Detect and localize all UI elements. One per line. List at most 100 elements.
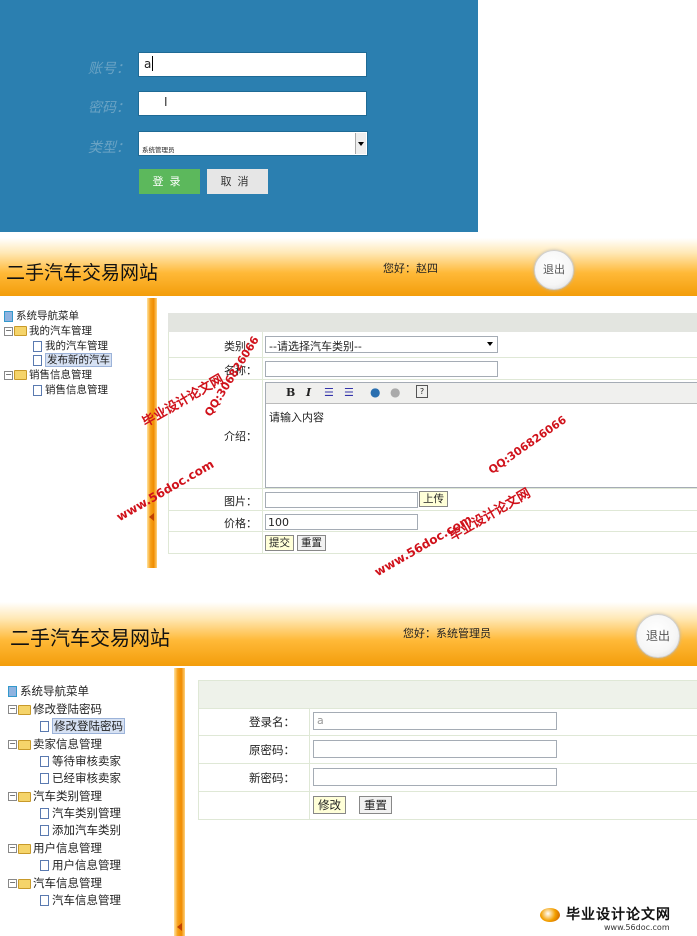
account-input[interactable]: a	[138, 52, 367, 77]
tree-item[interactable]: 我的汽车管理	[33, 338, 108, 353]
password-form: 登录名： a 原密码： 新密码： 修改 重置	[198, 708, 697, 820]
tree-item[interactable]: 已经审核卖家	[40, 770, 121, 786]
collapse-icon: −	[8, 704, 17, 714]
bold-icon[interactable]: B	[286, 386, 295, 399]
image-path-input[interactable]	[265, 492, 418, 508]
tree-group[interactable]: − 汽车信息管理	[8, 875, 102, 891]
page-icon	[40, 860, 49, 871]
car-form: 类别： --请选择汽车类别-- 名称： 介绍： B I ☰ ☰ ● ● ? 请输…	[168, 332, 697, 554]
collapse-arrow-icon	[177, 923, 182, 931]
login-panel: 账号： a 密码： I 类型： 系统管理员 登录 取消	[0, 0, 478, 232]
image-label: 图片：	[224, 495, 257, 508]
tree-item[interactable]: 汽车信息管理	[40, 892, 121, 908]
price-input[interactable]: 100	[265, 514, 418, 530]
link-icon[interactable]: ●	[370, 385, 380, 399]
tree-item[interactable]: 用户信息管理	[40, 857, 121, 873]
login-name-value: a	[317, 714, 324, 727]
unlink-icon[interactable]: ●	[390, 385, 400, 399]
page-icon	[40, 825, 49, 836]
site-title: 二手汽车交易网站	[10, 628, 170, 650]
page-icon	[33, 354, 42, 366]
computer-icon	[4, 310, 13, 322]
folder-icon	[18, 843, 31, 854]
folder-icon	[18, 791, 31, 802]
login-name-label: 登录名：	[249, 715, 295, 729]
ibeam-cursor-icon: I	[164, 95, 168, 109]
footer-logo: 毕业设计论文网 www.56doc.com	[536, 902, 697, 936]
tree-group[interactable]: − 修改登陆密码	[8, 701, 102, 717]
chevron-down-icon[interactable]	[355, 133, 366, 154]
sidebar-splitter[interactable]	[147, 298, 157, 568]
site-header: 二手汽车交易网站 您好：系统管理员 退出	[0, 602, 697, 666]
form-header-bar	[168, 313, 697, 332]
editor-toolbar: B I ☰ ☰ ● ● ?	[266, 383, 697, 404]
login-name-input[interactable]: a	[313, 712, 557, 730]
collapse-arrow-icon	[149, 513, 154, 521]
tree-group[interactable]: − 销售信息管理	[4, 367, 92, 382]
new-password-label: 新密码：	[249, 771, 295, 785]
account-value: a	[144, 57, 152, 71]
reset-button[interactable]: 重置	[297, 535, 326, 551]
sidebar-splitter[interactable]	[174, 668, 185, 936]
submit-button[interactable]: 提交	[265, 535, 294, 551]
upload-button[interactable]: 上传	[419, 491, 448, 507]
page-icon	[40, 721, 49, 732]
old-password-label: 原密码：	[249, 743, 295, 757]
tree-item[interactable]: 等待审核卖家	[40, 753, 121, 769]
collapse-icon: −	[8, 791, 17, 801]
footer-url: www.56doc.com	[604, 923, 670, 932]
tree-item[interactable]: 汽车类别管理	[40, 805, 121, 821]
old-password-input[interactable]	[313, 740, 557, 758]
folder-icon	[14, 326, 27, 336]
help-icon[interactable]: ?	[416, 385, 428, 398]
page-icon	[40, 808, 49, 819]
user-greeting: 您好：赵四	[383, 262, 438, 275]
italic-icon[interactable]: I	[306, 386, 311, 399]
tree-group[interactable]: − 卖家信息管理	[8, 736, 102, 752]
tree-root: 系统导航菜单	[8, 683, 89, 699]
tree-root: 系统导航菜单	[4, 308, 79, 323]
password-label: 密码：	[88, 100, 130, 116]
collapse-icon: −	[8, 739, 17, 749]
tree-group[interactable]: − 我的汽车管理	[4, 323, 92, 338]
user-greeting: 您好：系统管理员	[403, 627, 491, 640]
reset-button[interactable]: 重置	[359, 796, 392, 814]
modify-button[interactable]: 修改	[313, 796, 346, 814]
tree-group[interactable]: − 用户信息管理	[8, 840, 102, 856]
bullet-list-icon[interactable]: ☰	[344, 386, 354, 399]
tree-item[interactable]: 添加汽车类别	[40, 822, 121, 838]
page-icon	[33, 384, 42, 396]
folder-icon	[18, 704, 31, 715]
logo-emblem-icon	[540, 908, 560, 922]
type-select[interactable]: 系统管理员	[138, 131, 368, 156]
page-icon	[40, 756, 49, 767]
logout-button[interactable]: 退出	[534, 250, 574, 290]
ordered-list-icon[interactable]: ☰	[324, 386, 334, 399]
page-icon	[33, 340, 42, 352]
category-select-value: --请选择汽车类别--	[269, 340, 362, 353]
login-button[interactable]: 登录	[139, 169, 200, 194]
tree-item-selected[interactable]: 发布新的汽车	[33, 352, 112, 367]
new-password-input[interactable]	[313, 768, 557, 786]
collapse-icon: −	[8, 843, 17, 853]
site-header: 二手汽车交易网站 您好：赵四 退出	[0, 238, 697, 296]
logout-button[interactable]: 退出	[636, 614, 680, 658]
intro-label: 介绍：	[224, 430, 257, 443]
nav-tree: 系统导航菜单 − 修改登陆密码 修改登陆密码 − 卖家信息管理 等待审核卖家 已经审…	[0, 670, 172, 936]
account-label: 账号：	[88, 61, 130, 77]
category-select[interactable]: --请选择汽车类别--	[265, 336, 498, 353]
footer-brand: 毕业设计论文网	[566, 907, 671, 923]
tree-group[interactable]: − 汽车类别管理	[8, 788, 102, 804]
folder-icon	[14, 370, 27, 380]
name-input[interactable]	[265, 361, 498, 377]
tree-item[interactable]: 销售信息管理	[33, 382, 108, 397]
cancel-button[interactable]: 取消	[207, 169, 268, 194]
intro-placeholder: 请输入内容	[269, 411, 324, 424]
rich-text-editor[interactable]: B I ☰ ☰ ● ● ? 请输入内容	[265, 382, 697, 488]
collapse-icon: −	[4, 325, 13, 336]
password-input[interactable]: I	[138, 91, 367, 116]
collapse-icon: −	[8, 878, 17, 888]
page-icon	[40, 773, 49, 784]
form-header-bar	[198, 680, 697, 709]
tree-item-selected[interactable]: 修改登陆密码	[40, 718, 125, 734]
